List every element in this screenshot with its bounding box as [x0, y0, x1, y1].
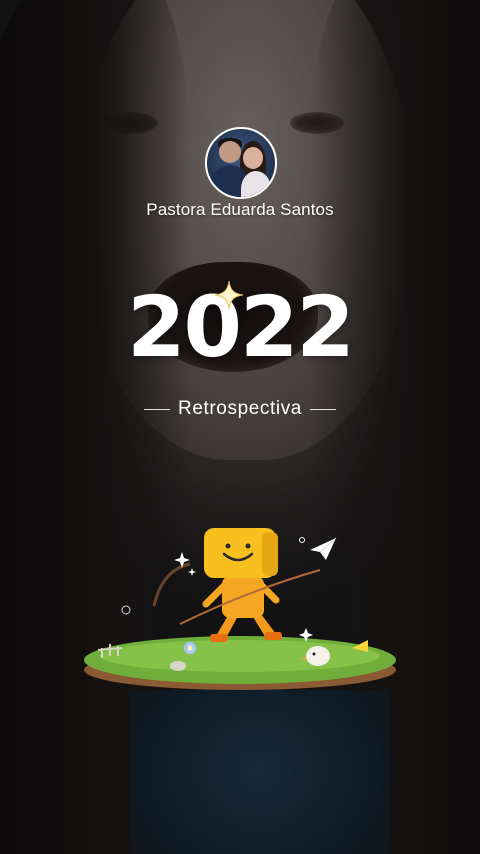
story-screen[interactable]: Pastora Eduarda Santos 2022 Retrospectiv…: [0, 0, 480, 854]
avatar-person-2-body: [241, 171, 271, 197]
island-grass-highlight: [100, 640, 380, 672]
avatar-person-2-face: [243, 147, 263, 169]
profile-name[interactable]: Pastora Eduarda Santos: [0, 200, 480, 220]
subtitle: Retrospectiva: [178, 398, 302, 419]
chick-icon: [306, 646, 330, 666]
subtitle-row: Retrospectiva: [0, 396, 480, 422]
avatar-person-1-face: [219, 141, 241, 163]
mascot-eye-right: [245, 543, 251, 549]
bubble-icon: [299, 537, 305, 543]
sparkle-icon: [121, 605, 131, 615]
stone: [170, 661, 186, 671]
paper-plane-icon: [310, 537, 337, 560]
subtitle-rule-right: [309, 408, 336, 410]
chick-eye: [312, 652, 316, 656]
mascot-shoe-right: [264, 632, 282, 640]
mascot-arm-left: [202, 582, 228, 608]
sparkle-icon: [188, 568, 196, 576]
fence-icon: [97, 644, 123, 658]
mascot-head-side: [262, 532, 278, 576]
sparkle-icon: [214, 280, 244, 310]
avatar[interactable]: [205, 127, 277, 199]
subtitle-rule-left: [144, 408, 171, 410]
mascot-shoe-left: [210, 634, 228, 642]
rainbow-icon: [152, 562, 191, 607]
mascot-eye-left: [225, 543, 231, 549]
flower-center: [187, 645, 193, 651]
mascot-illustration: [84, 528, 396, 690]
